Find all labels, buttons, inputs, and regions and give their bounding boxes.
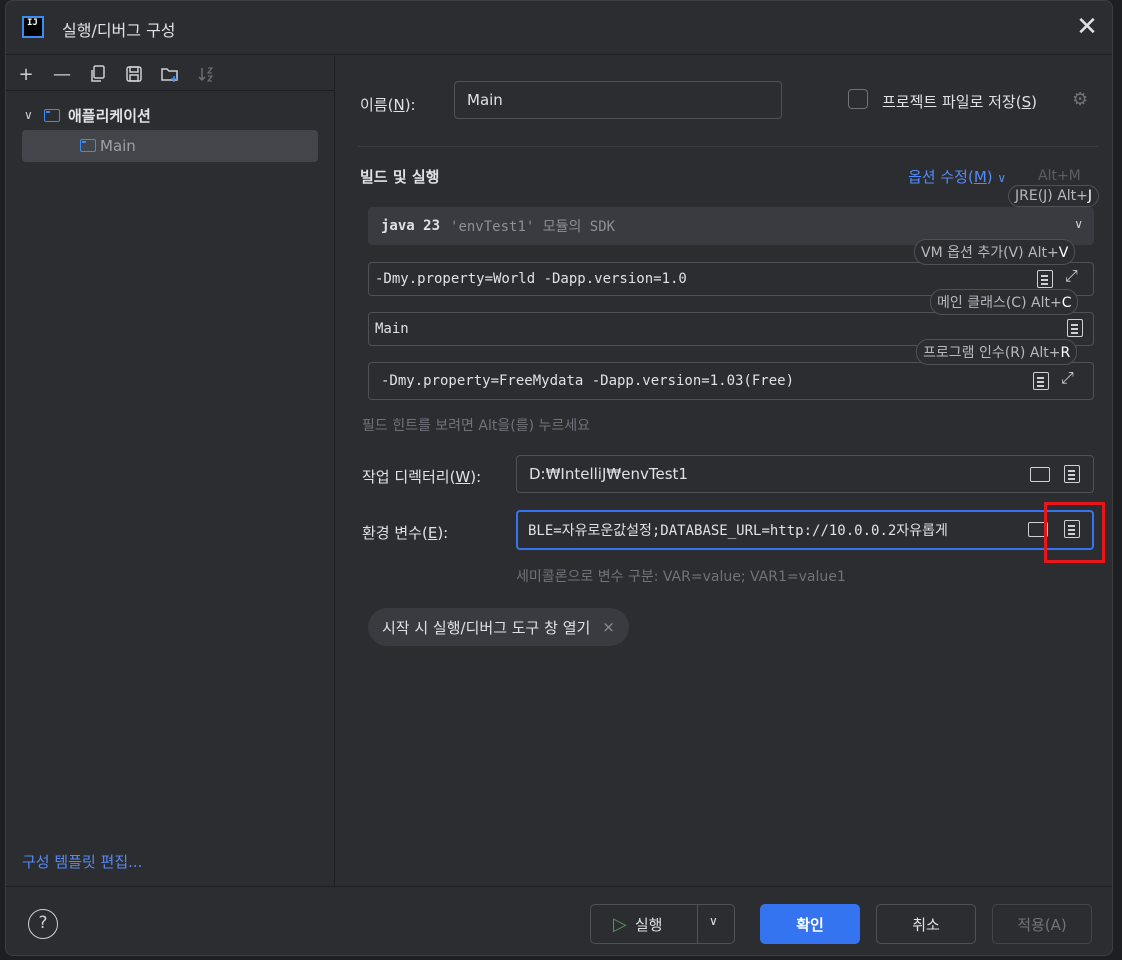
main-class-shortcut-hint: 메인 클래스(C) Alt+C	[930, 289, 1079, 315]
dialog-footer: ? ▷ 실행 ∨ 확인 취소 적용(A)	[6, 886, 1112, 955]
run-button[interactable]: ▷ 실행 ∨	[590, 904, 735, 944]
environment-variables-input[interactable]: BLE=자유로운값설정;DATABASE_URL=http://10.0.0.2…	[516, 510, 1094, 550]
help-button[interactable]: ?	[28, 909, 58, 939]
sort-icon	[198, 67, 214, 82]
play-icon: ▷	[613, 913, 627, 935]
document-icon[interactable]	[1037, 270, 1053, 288]
working-directory-label: 작업 디렉터리(W):	[362, 468, 482, 486]
section-divider	[358, 146, 1098, 147]
cancel-button[interactable]: 취소	[876, 904, 976, 944]
application-config-icon	[44, 108, 60, 122]
open-tool-window-option-label: 시작 시 실행/디버그 도구 창 열기	[382, 618, 591, 637]
sdk-module: 'envTest1' 모듈의 SDK	[450, 219, 616, 235]
expand-icon[interactable]: ⤢	[1065, 266, 1078, 286]
configuration-editor: 이름(N): Main 프로젝트 파일로 저장(S) ⚙ 빌드 및 실행 옵션 …	[336, 56, 1112, 886]
save-icon	[126, 66, 142, 82]
chevron-down-icon[interactable]: ∨	[24, 108, 36, 122]
expand-icon[interactable]: ⤢	[1061, 368, 1074, 388]
tree-node-application-label: 애플리케이션	[68, 106, 151, 125]
name-label: 이름(N):	[360, 96, 416, 114]
apply-button[interactable]: 적용(A)	[992, 904, 1092, 944]
add-configuration-button[interactable]: +	[12, 60, 40, 88]
build-and-run-title: 빌드 및 실행	[360, 168, 440, 186]
minus-icon: —	[53, 63, 71, 85]
tree-node-application[interactable]: ∨ 애플리케이션	[24, 102, 151, 128]
title-bar: IJ 실행/디버그 구성 ✕	[6, 1, 1112, 55]
tree-node-main-label: Main	[100, 137, 136, 155]
highlight-box	[1044, 502, 1105, 563]
run-button-divider	[697, 905, 698, 943]
vm-options-shortcut-hint: VM 옵션 추가(V) Alt+V	[914, 239, 1076, 265]
configurations-sidebar: + — ∨ 애플리케이션 Main 구성 템플릿 편집...	[6, 56, 335, 886]
application-config-icon	[80, 139, 96, 152]
folder-add-icon	[161, 68, 178, 82]
dialog-title: 실행/디버그 구성	[62, 21, 176, 40]
edit-configuration-templates-link[interactable]: 구성 템플릿 편집...	[22, 851, 142, 872]
sort-button[interactable]	[192, 60, 220, 88]
name-input[interactable]: Main	[454, 81, 782, 119]
store-as-project-file-label: 프로젝트 파일로 저장(S)	[882, 93, 1037, 111]
program-arguments-shortcut-hint: 프로그램 인수(R) Alt+R	[916, 339, 1078, 365]
tree-node-main[interactable]: Main	[22, 130, 318, 162]
jre-shortcut-hint: JRE(J) Alt+J	[1008, 185, 1100, 207]
new-folder-button[interactable]	[156, 60, 184, 88]
modify-options-link[interactable]: 옵션 수정(M) ∨	[908, 166, 1006, 187]
run-button-label: 실행	[634, 915, 663, 934]
toolbar-divider	[6, 90, 334, 91]
gear-icon[interactable]: ⚙	[1072, 89, 1088, 110]
modify-options-shortcut: Alt+M	[1038, 168, 1081, 184]
store-as-project-file-checkbox[interactable]	[848, 89, 868, 109]
folder-icon[interactable]	[1030, 467, 1050, 482]
document-icon[interactable]	[1067, 319, 1083, 337]
sdk-version: java 23	[381, 218, 441, 234]
program-arguments-input[interactable]: -Dmy.property=FreeMydata -Dapp.version=1…	[368, 362, 1094, 400]
chevron-down-icon[interactable]: ∨	[709, 914, 718, 928]
close-button[interactable]: ✕	[1072, 13, 1102, 43]
chevron-down-icon: ∨	[997, 171, 1007, 185]
environment-variables-label: 환경 변수(E):	[362, 524, 449, 542]
copy-configuration-button[interactable]	[84, 60, 112, 88]
document-icon[interactable]	[1064, 465, 1080, 483]
working-directory-input[interactable]: D:₩IntelliJ₩envTest1	[516, 455, 1094, 493]
chevron-down-icon: ∨	[1074, 217, 1083, 231]
field-hint-text: 필드 힌트를 보려면 Alt을(를) 누르세요	[362, 418, 590, 434]
sidebar-toolbar: + —	[12, 60, 220, 88]
open-tool-window-option-chip[interactable]: 시작 시 실행/디버그 도구 창 열기 ×	[368, 608, 629, 646]
close-icon[interactable]: ×	[602, 618, 615, 636]
plus-icon: +	[18, 63, 34, 85]
document-icon[interactable]	[1033, 372, 1049, 390]
run-debug-configurations-dialog: IJ 실행/디버그 구성 ✕ + — ∨ 애플리케이션 Main 구성 템플릿 …	[5, 0, 1113, 956]
remove-configuration-button[interactable]: —	[48, 60, 76, 88]
intellij-logo-icon: IJ	[22, 16, 44, 38]
ok-button[interactable]: 확인	[760, 904, 860, 944]
copy-icon	[91, 65, 105, 82]
environment-variables-hint: 세미콜론으로 변수 구분: VAR=value; VAR1=value1	[516, 569, 846, 585]
save-configuration-button[interactable]	[120, 60, 148, 88]
